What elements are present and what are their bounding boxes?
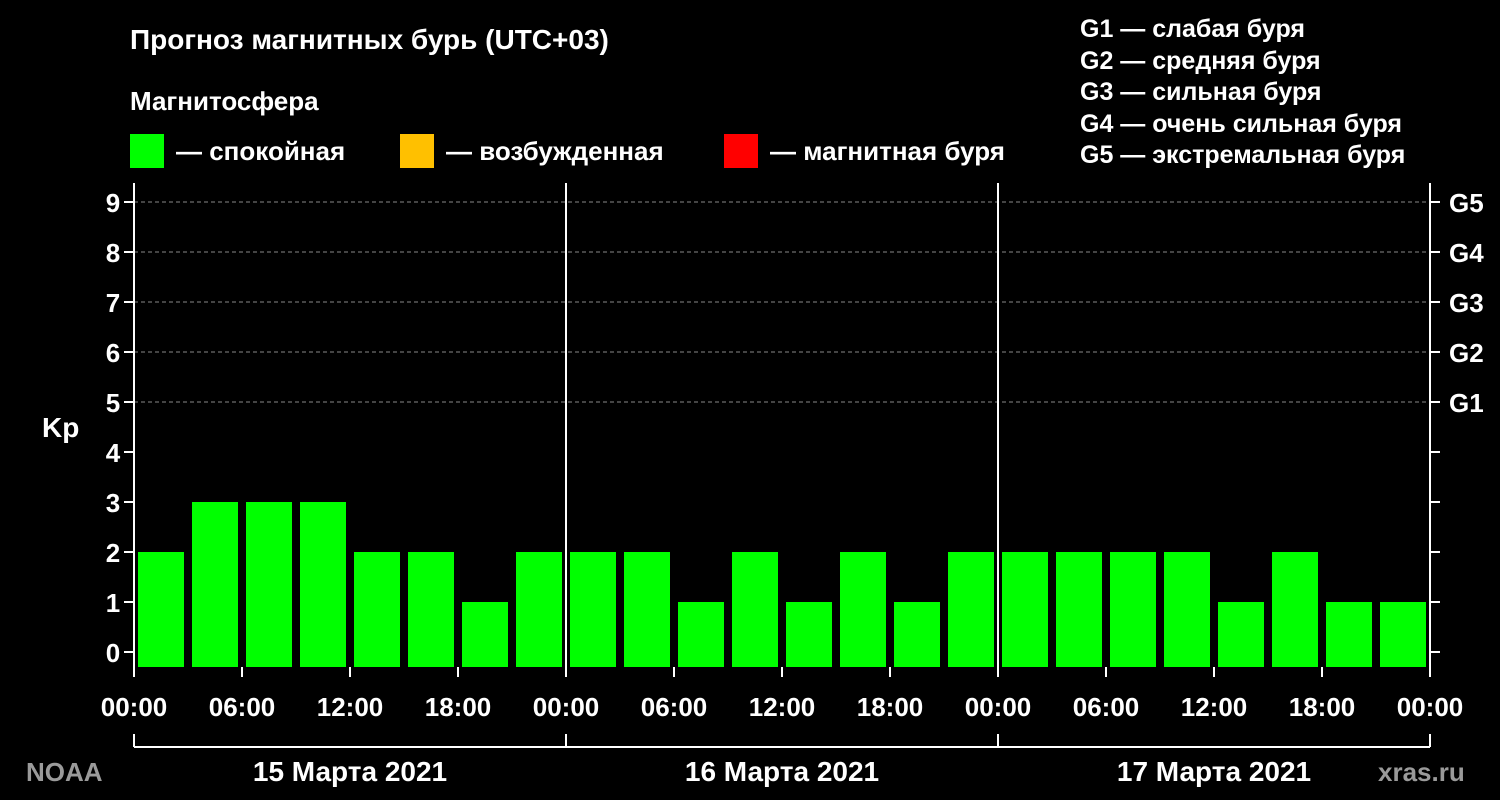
x-tick-label-4: 00:00 bbox=[533, 692, 600, 722]
bar-4 bbox=[354, 552, 400, 667]
bar-19 bbox=[1164, 552, 1210, 667]
y-tick-label-2: 2 bbox=[106, 538, 120, 568]
y-tick-label-5: 5 bbox=[106, 388, 120, 418]
day-label-2: 17 Марта 2021 bbox=[1117, 756, 1311, 787]
bar-20 bbox=[1218, 602, 1264, 667]
bar-1 bbox=[192, 502, 238, 667]
y-tick-label-9: 9 bbox=[106, 188, 120, 218]
y-tick-label-7: 7 bbox=[106, 288, 120, 318]
bar-2 bbox=[246, 502, 292, 667]
bar-3 bbox=[300, 502, 346, 667]
x-tick-label-11: 18:00 bbox=[1289, 692, 1356, 722]
x-tick-label-3: 18:00 bbox=[425, 692, 492, 722]
x-tick-label-0: 00:00 bbox=[101, 692, 168, 722]
bar-5 bbox=[408, 552, 454, 667]
y-tick-label-8: 8 bbox=[106, 238, 120, 268]
x-tick-label-5: 06:00 bbox=[641, 692, 708, 722]
x-tick-label-9: 06:00 bbox=[1073, 692, 1140, 722]
y-tick-label-3: 3 bbox=[106, 488, 120, 518]
y-tick-label-6: 6 bbox=[106, 338, 120, 368]
bar-16 bbox=[1002, 552, 1048, 667]
x-tick-label-6: 12:00 bbox=[749, 692, 816, 722]
right-axis-label-g5: G5 bbox=[1449, 188, 1484, 218]
x-tick-label-1: 06:00 bbox=[209, 692, 276, 722]
bar-18 bbox=[1110, 552, 1156, 667]
bar-0 bbox=[138, 552, 184, 667]
bar-6 bbox=[462, 602, 508, 667]
kp-bar-chart: 0 1 2 3 4 5 6 7 8 9 G1 G2 G3 G4 G5 00:00 06:00 12:00 18:00… bbox=[101, 183, 1484, 787]
y-tick-label-4: 4 bbox=[106, 438, 121, 468]
bar-14 bbox=[894, 602, 940, 667]
bar-23 bbox=[1380, 602, 1426, 667]
day-label-0: 15 Марта 2021 bbox=[253, 756, 447, 787]
bar-12 bbox=[786, 602, 832, 667]
x-tick-label-7: 18:00 bbox=[857, 692, 924, 722]
x-tick-label-8: 00:00 bbox=[965, 692, 1032, 722]
bar-22 bbox=[1326, 602, 1372, 667]
y-tick-label-1: 1 bbox=[106, 588, 120, 618]
right-axis-label-g3: G3 bbox=[1449, 288, 1484, 318]
y-tick-label-0: 0 bbox=[106, 638, 120, 668]
bar-7 bbox=[516, 552, 562, 667]
x-tick-label-12: 00:00 bbox=[1397, 692, 1464, 722]
day-label-1: 16 Марта 2021 bbox=[685, 756, 879, 787]
bar-11 bbox=[732, 552, 778, 667]
x-tick-label-10: 12:00 bbox=[1181, 692, 1248, 722]
right-axis-label-g1: G1 bbox=[1449, 388, 1484, 418]
bar-10 bbox=[678, 602, 724, 667]
bar-8 bbox=[570, 552, 616, 667]
bar-9 bbox=[624, 552, 670, 667]
x-tick-label-2: 12:00 bbox=[317, 692, 384, 722]
bar-21 bbox=[1272, 552, 1318, 667]
bar-13 bbox=[840, 552, 886, 667]
bar-15 bbox=[948, 552, 994, 667]
bar-17 bbox=[1056, 552, 1102, 667]
right-axis-label-g4: G4 bbox=[1449, 238, 1484, 268]
right-axis-label-g2: G2 bbox=[1449, 338, 1484, 368]
